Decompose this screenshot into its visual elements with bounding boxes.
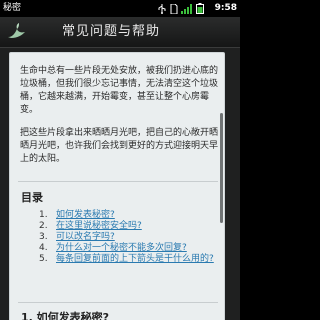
scrollbar[interactable]	[220, 113, 223, 223]
status-app-name: 秘密	[3, 3, 22, 13]
signal-icon	[181, 3, 192, 14]
toc-item: 4. 为什么对一个秘密不能多次回复?	[10, 243, 216, 254]
toc-link-arrows-meaning[interactable]: 每条回复前面的上下箭头是干什么用的?	[56, 254, 214, 264]
screen: 秘密 9:58 常见问题与帮助 生命中总有一些片段无处安放，被我们扔进心底的垃圾…	[0, 0, 240, 320]
status-icons	[157, 3, 204, 14]
toc-item-number: 2.	[39, 221, 48, 231]
status-time: 9:58	[214, 3, 237, 13]
divider	[18, 181, 218, 182]
help-content-card: 生命中总有一些片段无处安放，被我们扔进心底的垃圾桶，但我们很少忘记事情，无法清空…	[9, 52, 225, 320]
toc-item: 1. 如何发表秘密?	[10, 210, 216, 221]
title-bar: 常见问题与帮助	[0, 17, 240, 48]
section-1-heading: 1. 如何发表秘密?	[21, 311, 110, 320]
status-bar: 秘密 9:58	[0, 0, 240, 17]
toc-link-how-to-post[interactable]: 如何发表秘密?	[56, 210, 115, 220]
toc-list: 1. 如何发表秘密? 2. 在这里说秘密安全吗? 3. 可以改名字吗? 4. 为…	[10, 210, 224, 265]
sim-icon	[170, 3, 178, 14]
toc-item: 5. 每条回复前面的上下箭头是干什么用的?	[10, 254, 216, 265]
page-title: 常见问题与帮助	[62, 24, 161, 39]
usb-icon	[158, 3, 166, 14]
toc-item: 3. 可以改名字吗?	[10, 232, 216, 243]
battery-icon	[196, 3, 204, 14]
toc-link-change-name[interactable]: 可以改名字吗?	[56, 232, 115, 242]
intro-paragraph-1: 生命中总有一些片段无处安放，被我们扔进心底的垃圾桶，但我们很少忘记事情，无法清空…	[20, 66, 219, 115]
toc-heading: 目录	[21, 191, 43, 204]
intro-paragraph-2: 把这些片段拿出来晒晒月光吧，把自己的心敞开晒晒月光吧，也许我们会找到更好的方式迎…	[20, 128, 219, 164]
toc-item-number: 4.	[39, 243, 48, 253]
divider	[18, 302, 218, 303]
toc-link-is-it-safe[interactable]: 在这里说秘密安全吗?	[56, 221, 142, 231]
toc-item: 2. 在这里说秘密安全吗?	[10, 221, 216, 232]
toc-item-number: 1.	[39, 210, 48, 220]
app-logo-icon[interactable]	[5, 23, 27, 41]
toc-item-number: 5.	[39, 254, 48, 264]
toc-item-number: 3.	[39, 232, 48, 242]
toc-link-multiple-replies[interactable]: 为什么对一个秘密不能多次回复?	[56, 243, 187, 253]
